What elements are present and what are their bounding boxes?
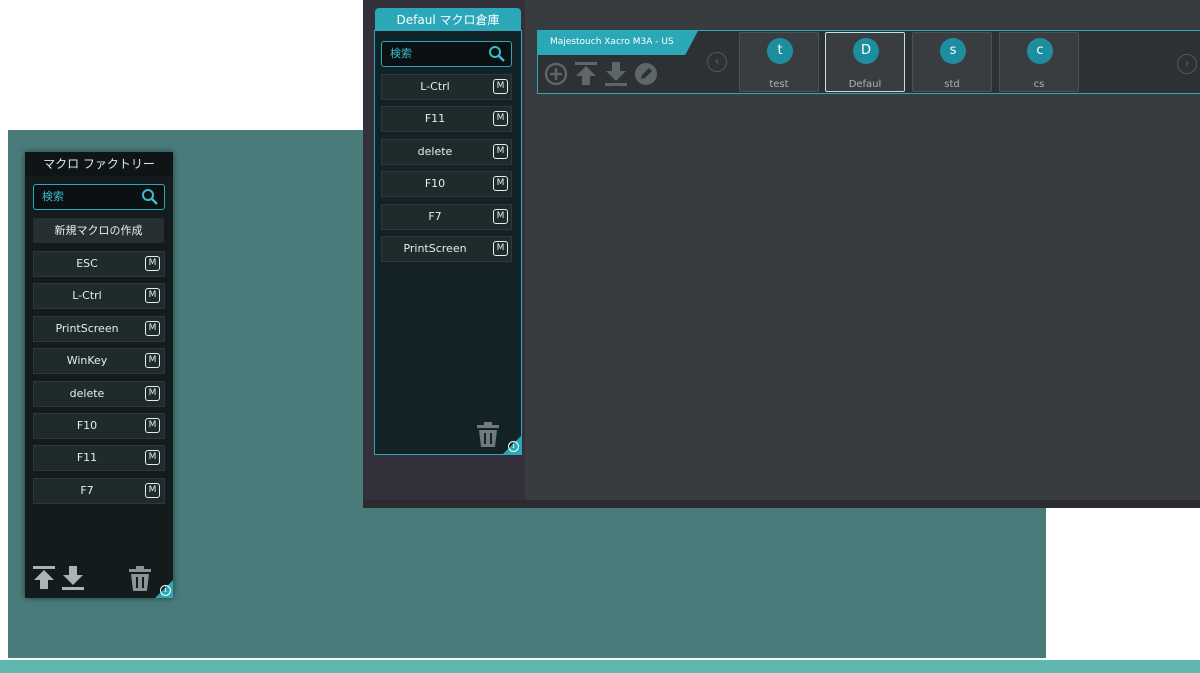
repository-macro-item[interactable]: F10 M	[381, 171, 512, 197]
macro-badge: M	[145, 288, 160, 303]
repository-search-placeholder: 検索	[390, 47, 412, 60]
factory-macro-item[interactable]: F7 M	[33, 478, 165, 504]
macro-label: delete	[69, 387, 105, 400]
macro-repository-title: Defaul マクロ倉庫	[375, 8, 521, 32]
factory-macro-item[interactable]: WinKey M	[33, 348, 165, 374]
macro-badge: M	[493, 79, 508, 94]
profile-card-cs[interactable]: c cs	[999, 32, 1079, 92]
app-bottom-edge	[363, 500, 1200, 508]
macro-label: WinKey	[66, 354, 108, 367]
profile-card-test[interactable]: t test	[739, 32, 819, 92]
macro-label: F7	[428, 210, 442, 223]
profile-avatar: D	[853, 38, 879, 64]
macro-badge: M	[493, 241, 508, 256]
macro-label: F11	[424, 112, 446, 125]
info-icon[interactable]: i	[160, 585, 171, 596]
macro-label: F10	[424, 177, 446, 190]
factory-macro-item[interactable]: PrintScreen M	[33, 316, 165, 342]
factory-search-input[interactable]: 検索	[33, 184, 165, 210]
macro-factory-panel: マクロ ファクトリー 検索 新規マクロの作成 ESC M L-Ctrl M Pr…	[25, 152, 173, 598]
profiles-next-arrow[interactable]: ›	[1177, 54, 1197, 74]
profile-avatar: c	[1027, 38, 1053, 64]
macro-label: PrintScreen	[403, 242, 467, 255]
import-icon[interactable]	[62, 566, 84, 590]
edit-icon[interactable]	[634, 62, 658, 86]
factory-macro-item[interactable]: delete M	[33, 381, 165, 407]
profile-card-std[interactable]: s std	[912, 32, 992, 92]
trash-icon[interactable]	[129, 566, 151, 591]
repository-search-input[interactable]: 検索	[381, 41, 512, 67]
macro-label: F11	[76, 451, 98, 464]
factory-macro-item[interactable]: F10 M	[33, 413, 165, 439]
repository-macro-item[interactable]: F11 M	[381, 106, 512, 132]
repository-macro-item[interactable]: L-Ctrl M	[381, 74, 512, 100]
macro-label: F10	[76, 419, 98, 432]
profile-name: std	[944, 79, 960, 90]
info-icon[interactable]: i	[508, 441, 519, 452]
macro-badge: M	[493, 176, 508, 191]
search-icon[interactable]	[488, 45, 506, 63]
macro-badge: M	[145, 418, 160, 433]
factory-macro-item[interactable]: ESC M	[33, 251, 165, 277]
export-icon[interactable]	[33, 566, 55, 590]
trash-icon[interactable]	[477, 422, 499, 447]
import-icon[interactable]	[604, 62, 628, 86]
macro-badge: M	[145, 450, 160, 465]
macro-badge: M	[493, 111, 508, 126]
macro-label: delete	[417, 145, 453, 158]
macro-badge: M	[145, 483, 160, 498]
search-icon[interactable]	[141, 188, 159, 206]
profile-card-defaul[interactable]: D Defaul	[825, 32, 905, 92]
repository-macro-item[interactable]: F7 M	[381, 204, 512, 230]
macro-label: ESC	[76, 257, 98, 270]
profile-name: test	[769, 79, 789, 90]
profile-avatar: t	[767, 38, 793, 64]
macro-badge: M	[493, 144, 508, 159]
macro-label: L-Ctrl	[72, 289, 102, 302]
macro-badge: M	[145, 353, 160, 368]
factory-search-placeholder: 検索	[42, 190, 64, 203]
macro-label: L-Ctrl	[420, 80, 450, 93]
add-icon[interactable]	[544, 62, 568, 86]
bottom-accent-bar	[0, 660, 1200, 673]
macro-repository-panel: 検索 L-Ctrl M F11 M delete M F10 M F7 M Pr…	[374, 30, 522, 455]
profile-avatar: s	[940, 38, 966, 64]
repository-macro-item[interactable]: delete M	[381, 139, 512, 165]
profile-name: cs	[1033, 79, 1045, 90]
macro-factory-title: マクロ ファクトリー	[25, 152, 173, 176]
macro-label: PrintScreen	[55, 322, 119, 335]
macro-badge: M	[493, 209, 508, 224]
macro-label: F7	[80, 484, 94, 497]
macro-badge: M	[145, 321, 160, 336]
device-name-tab[interactable]: Majestouch Xacro M3A - US	[538, 31, 698, 55]
profile-name: Defaul	[848, 79, 882, 90]
new-macro-button[interactable]: 新規マクロの作成	[33, 218, 164, 243]
macro-badge: M	[145, 386, 160, 401]
factory-macro-item[interactable]: L-Ctrl M	[33, 283, 165, 309]
profiles-prev-arrow[interactable]: ‹	[707, 52, 727, 72]
export-icon[interactable]	[574, 62, 598, 86]
macro-badge: M	[145, 256, 160, 271]
factory-macro-item[interactable]: F11 M	[33, 445, 165, 471]
repository-macro-item[interactable]: PrintScreen M	[381, 236, 512, 262]
